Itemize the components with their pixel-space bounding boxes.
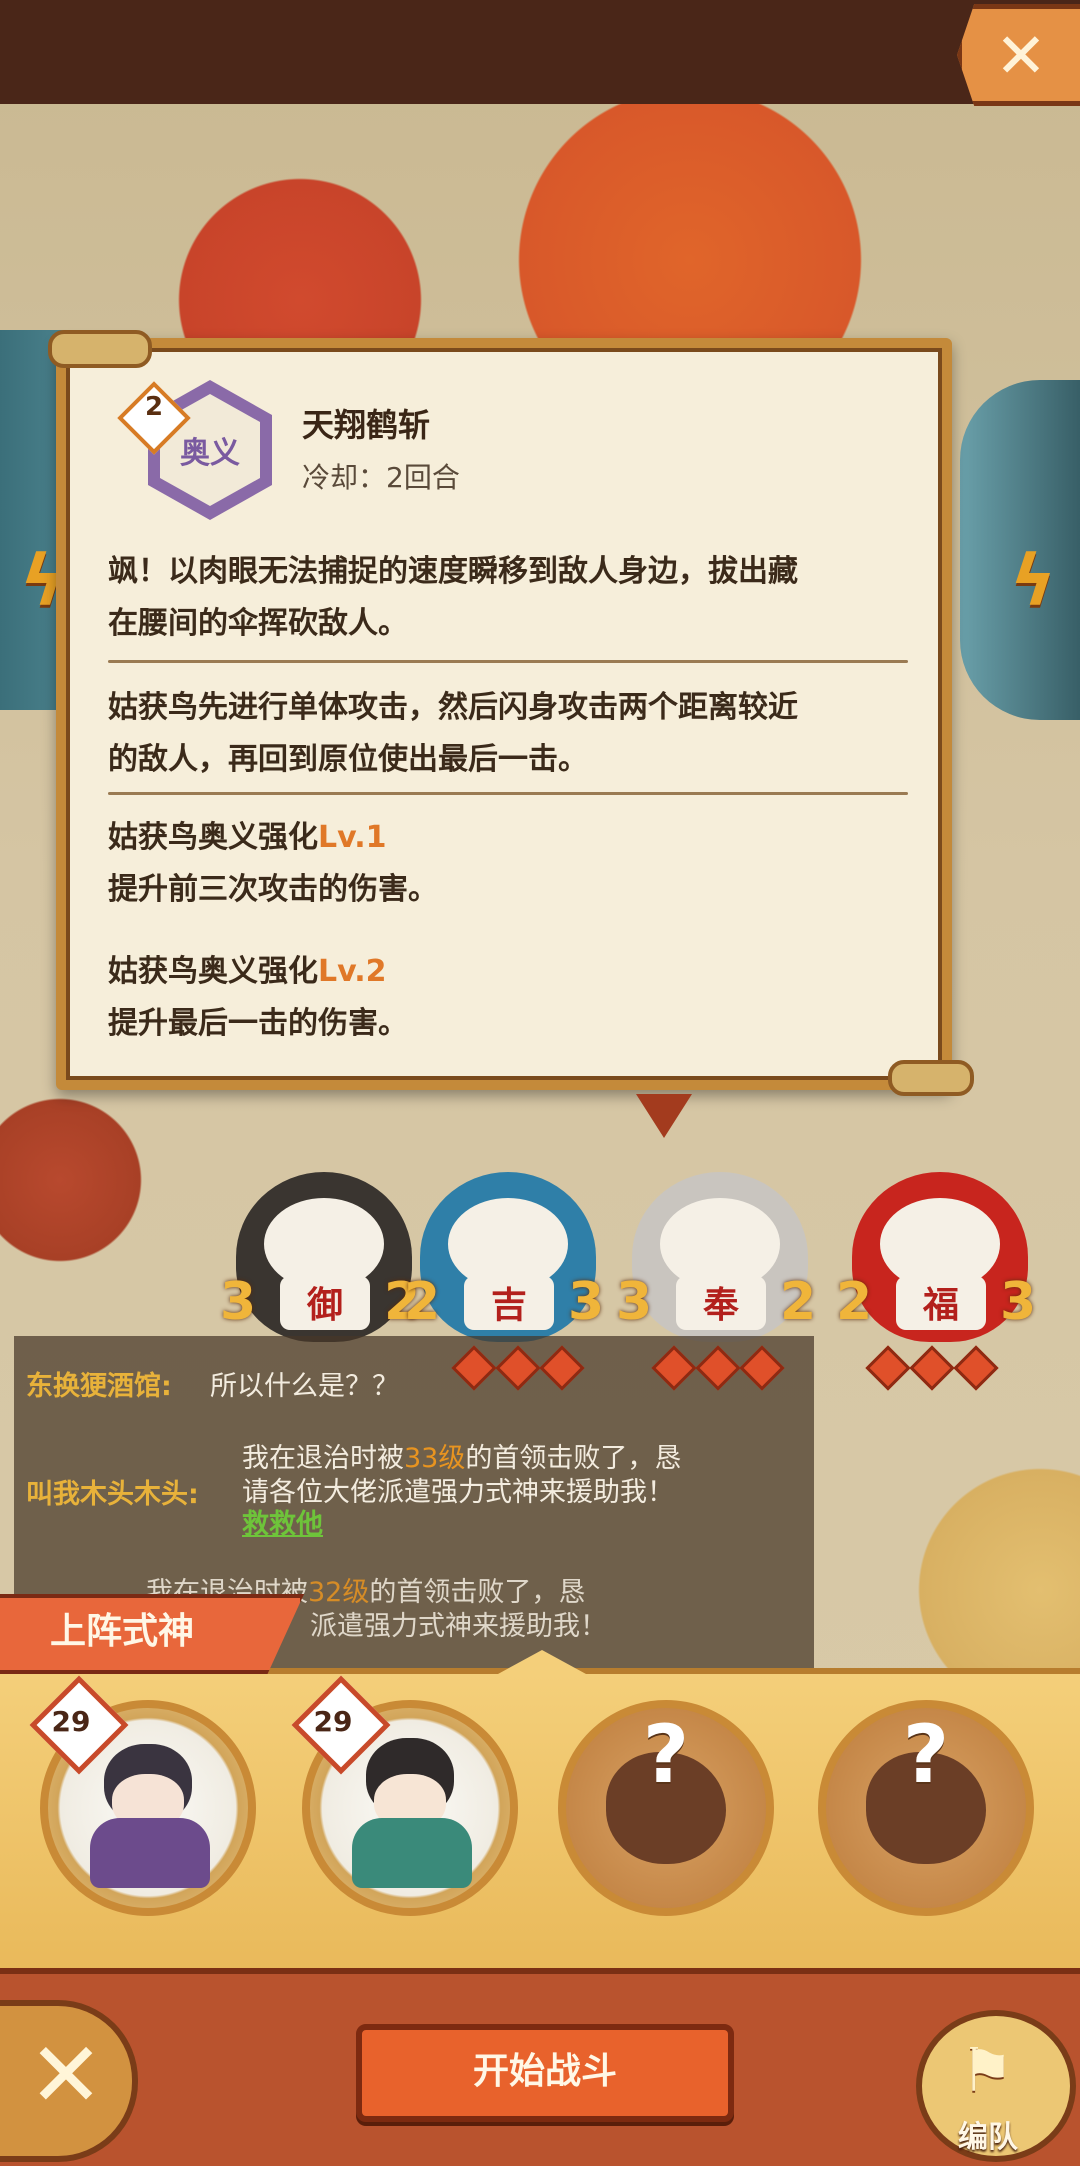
help-link[interactable]: 救救他 <box>242 1502 323 1541</box>
chat-message: 所以什么是？？ <box>210 1371 399 1402</box>
panel-pointer <box>636 1094 692 1138</box>
daruma-enemy[interactable]: 吉 2 3 <box>404 1172 604 1342</box>
rank-diamonds <box>451 1345 585 1391</box>
team-formation-label: 编队 <box>958 2120 1018 2155</box>
top-bar <box>0 0 1080 104</box>
divider <box>108 660 908 663</box>
rank-diamonds <box>865 1345 999 1391</box>
close-icon: ✕ <box>28 2023 104 2128</box>
close-icon: ✕ <box>995 18 1047 92</box>
panel-ornament <box>888 1060 974 1096</box>
skill-cooldown: 冷却：2回合 <box>302 461 460 494</box>
divider <box>108 792 908 795</box>
chat-message: 派遣强力式神来援助我！ <box>310 1611 607 1642</box>
daruma-enemy[interactable]: 御 3 2 <box>220 1172 420 1342</box>
shikigami-slot-empty[interactable]: ? <box>558 1700 774 1916</box>
panel-ornament <box>48 330 152 368</box>
start-battle-button[interactable]: 开始战斗 <box>356 2024 734 2122</box>
cooldown-badge-number: 2 <box>144 392 164 422</box>
flag-icon: ⚑ <box>960 2036 1014 2106</box>
question-icon: ? <box>642 1708 690 1801</box>
upgrade-level: Lv.1 <box>318 820 387 855</box>
lineup-notch <box>498 1650 586 1674</box>
lineup-tab[interactable]: 上阵式神 <box>0 1594 304 1674</box>
daruma-enemy[interactable]: 福 2 3 <box>836 1172 1036 1342</box>
skill-name: 天翔鹤斩 <box>302 406 431 444</box>
close-button[interactable]: ✕ <box>957 4 1080 106</box>
shikigami-slot-empty[interactable]: ? <box>818 1700 1034 1916</box>
chat-sender[interactable]: 东换㹴酒馆: <box>26 1364 172 1403</box>
chat-sender[interactable]: 叫我木头木头: <box>26 1472 199 1511</box>
skill-mechanics: 姑获鸟先进行单体攻击，然后闪身攻击两个距离较近 的敌人，再回到原位使出最后一击。 <box>108 690 798 777</box>
level-badge-number: 29 <box>51 1705 91 1738</box>
rank-diamonds <box>651 1345 785 1391</box>
level-badge-number: 29 <box>313 1705 353 1738</box>
lightning-icon-right: ϟ <box>1010 540 1057 622</box>
upgrade-1: 姑获鸟奥义强化Lv.1 提升前三次攻击的伤害。 <box>108 820 438 907</box>
upgrade-level: Lv.2 <box>318 954 387 989</box>
daruma-enemy[interactable]: 奉 3 2 <box>616 1172 816 1342</box>
skill-description: 飒！以肉眼无法捕捉的速度瞬移到敌人身边，拔出藏 在腰间的伞挥砍敌人。 <box>108 554 798 641</box>
upgrade-2: 姑获鸟奥义强化Lv.2 提升最后一击的伤害。 <box>108 954 408 1041</box>
question-icon: ? <box>902 1708 950 1801</box>
